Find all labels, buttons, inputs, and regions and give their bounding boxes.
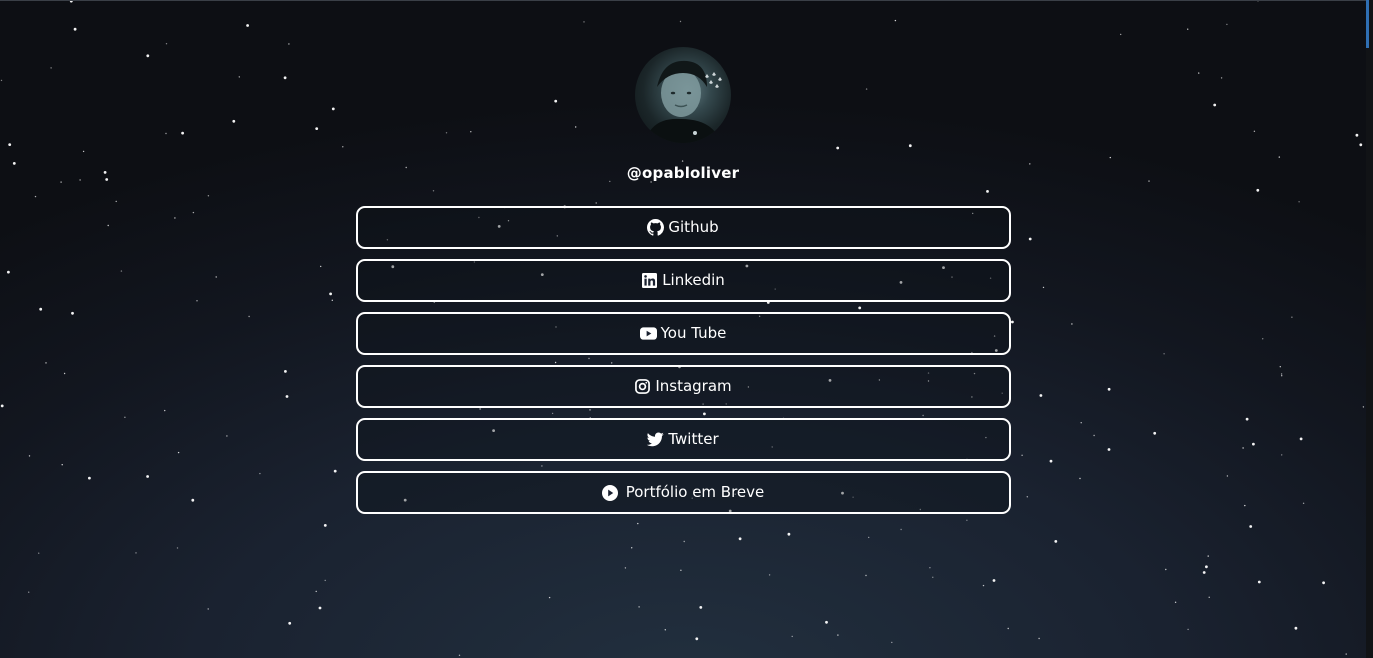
star [664,629,666,631]
avatar [635,47,731,143]
play-circle-icon [602,484,619,501]
github-link-button[interactable]: Github [355,206,1011,249]
star [28,591,30,593]
star [982,584,985,587]
star [1202,571,1206,574]
star [1207,555,1209,557]
twitter-link-button[interactable]: Twitter [355,418,1011,461]
star [323,524,327,527]
star [458,654,461,656]
star [324,579,326,582]
star [837,634,839,636]
scrollbar[interactable] [1366,0,1373,658]
star [1322,581,1325,585]
star [868,536,870,539]
star [1174,601,1177,603]
star [683,540,685,543]
star [638,606,640,608]
star [548,596,551,599]
star [1345,653,1347,655]
linktree-page: @opabloliver Github Linkedin You Tube In… [0,0,1366,524]
star [680,569,682,571]
star [929,567,931,569]
linkedin-link-label: Linkedin [662,271,725,289]
star [1249,525,1253,528]
profile-photo [645,60,722,143]
youtube-icon [639,325,657,342]
star [288,621,292,625]
star [900,528,902,531]
star [1038,637,1040,640]
star [1208,596,1210,598]
link-list: Github Linkedin You Tube Instagram Twitt [355,206,1011,524]
star [624,567,627,569]
portfolio-link-button[interactable]: Portfólio em Breve [355,471,1011,514]
star [176,547,179,549]
star [135,552,137,554]
star [865,574,867,577]
star [695,637,699,641]
star [891,641,893,644]
star [1187,628,1189,631]
github-icon [647,219,665,236]
star [932,576,934,578]
star [825,620,828,624]
twitter-link-label: Twitter [668,430,719,448]
star [315,590,317,593]
scrollbar-thumb[interactable] [1366,0,1369,48]
github-link-label: Github [668,218,719,236]
username: @opabloliver [626,164,740,182]
youtube-link-button[interactable]: You Tube [355,312,1011,355]
star [1165,568,1167,571]
instagram-link-label: Instagram [655,377,732,395]
youtube-link-label: You Tube [660,324,727,342]
star [791,635,793,638]
star [1294,626,1298,630]
star [318,606,322,610]
portfolio-link-label: Portfólio em Breve [625,483,765,501]
star [992,579,996,582]
twitter-icon [647,431,665,448]
linkedin-link-button[interactable]: Linkedin [355,259,1011,302]
instagram-icon [634,378,651,395]
linkedin-icon [641,272,658,289]
star [1257,580,1261,584]
star [787,532,791,536]
star [631,547,633,549]
star [1007,627,1009,630]
star [207,608,209,610]
instagram-link-button[interactable]: Instagram [355,365,1011,408]
star [1205,565,1208,569]
star [768,574,771,576]
star [738,537,742,541]
star [38,552,40,554]
star [699,606,703,609]
star [1054,540,1058,543]
